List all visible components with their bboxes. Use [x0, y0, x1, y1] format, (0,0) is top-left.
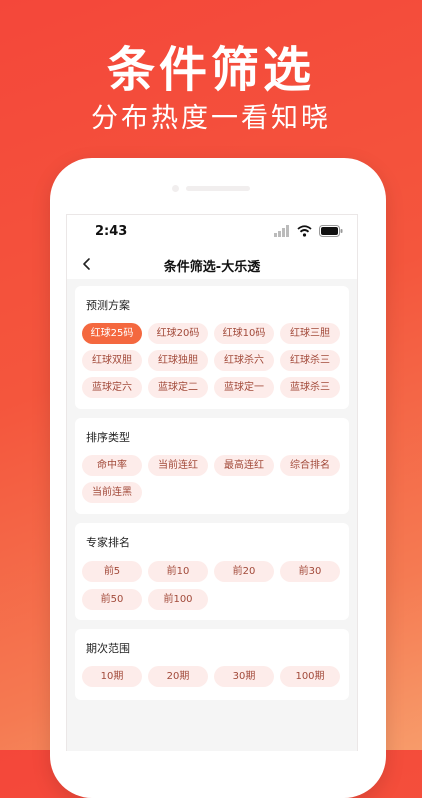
rank-option[interactable]: 前10 [148, 561, 208, 582]
period-section: 期次范围 10期 20期 30期 100期 [75, 629, 349, 700]
period-option[interactable]: 10期 [82, 666, 142, 687]
scheme-option[interactable]: 红球20码 [148, 323, 208, 344]
rank-option[interactable]: 前5 [82, 561, 142, 582]
page-title: 条件筛选-大乐透 [163, 260, 261, 275]
scheme-option[interactable]: 红球10码 [214, 323, 274, 344]
sort-option[interactable]: 当前连黑 [82, 482, 142, 503]
scheme-option[interactable]: 红球独胆 [148, 350, 208, 371]
scheme-option[interactable]: 红球双胆 [82, 350, 142, 371]
hero-subtitle: 分布热度一看知晓 [91, 103, 331, 134]
sort-option[interactable]: 最高连红 [214, 455, 274, 476]
scheme-option[interactable]: 红球三胆 [280, 323, 340, 344]
status-bar: 2:43 [67, 215, 357, 249]
rank-option[interactable]: 前20 [214, 561, 274, 582]
nav-bar: 条件筛选-大乐透 [67, 249, 357, 279]
battery-icon [319, 225, 343, 237]
rank-option[interactable]: 前50 [82, 589, 142, 610]
scheme-option[interactable]: 红球杀六 [214, 350, 274, 371]
period-option[interactable]: 20期 [148, 666, 208, 687]
rank-section: 专家排名 前5 前10 前20 前30 前50 前100 [75, 523, 349, 620]
app-screen: 2:43 条件筛选-大乐透 预测方案 红球25码 红球20码 红球10码 红球三… [66, 214, 358, 751]
wifi-icon [297, 225, 312, 237]
status-time: 2:43 [95, 224, 128, 239]
rank-option[interactable]: 前30 [280, 561, 340, 582]
scheme-option[interactable]: 红球25码 [82, 323, 142, 344]
scheme-option[interactable]: 蓝球杀三 [280, 377, 340, 398]
sort-option[interactable]: 综合排名 [280, 455, 340, 476]
scheme-option[interactable]: 蓝球定一 [214, 377, 274, 398]
status-icons [273, 225, 343, 237]
scheme-option[interactable]: 蓝球定六 [82, 377, 142, 398]
sort-section-title: 排序类型 [86, 431, 130, 444]
phone-camera [172, 185, 179, 192]
scheme-section: 预测方案 红球25码 红球20码 红球10码 红球三胆 红球双胆 红球独胆 红球… [75, 286, 349, 409]
rank-option[interactable]: 前100 [148, 589, 208, 610]
sort-option[interactable]: 命中率 [82, 455, 142, 476]
hero-title: 条件筛选 [106, 42, 315, 98]
signal-icon [273, 225, 289, 237]
phone-speaker [186, 186, 250, 191]
period-section-title: 期次范围 [86, 642, 130, 655]
scheme-option[interactable]: 蓝球定二 [148, 377, 208, 398]
rank-section-title: 专家排名 [86, 536, 130, 549]
scheme-section-title: 预测方案 [86, 299, 130, 312]
scheme-option[interactable]: 红球杀三 [280, 350, 340, 371]
period-option[interactable]: 100期 [280, 666, 340, 687]
sort-option[interactable]: 当前连红 [148, 455, 208, 476]
sort-section: 排序类型 命中率 当前连红 最高连红 综合排名 当前连黑 [75, 418, 349, 514]
period-option[interactable]: 30期 [214, 666, 274, 687]
